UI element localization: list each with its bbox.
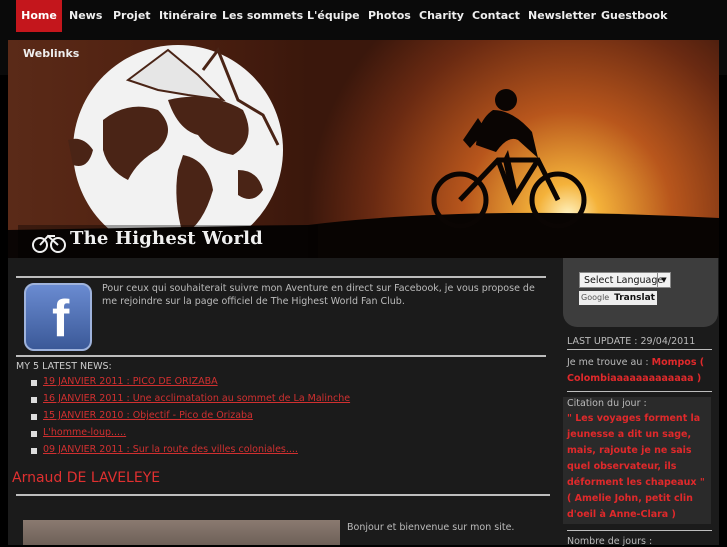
divider — [567, 349, 712, 350]
chevron-down-icon: ▼ — [657, 273, 670, 287]
quote-label: Citation du jour : — [567, 398, 647, 409]
bullet-icon — [31, 414, 37, 420]
site-logo-text: The Highest World — [70, 228, 263, 249]
location-block: Je me trouve au : Mompos ( Colombiaaaaaa… — [567, 355, 715, 387]
author-photo — [23, 520, 340, 545]
bullet-icon — [31, 380, 37, 386]
location-label: Je me trouve au : — [567, 357, 649, 368]
days-label: Nombre de jours : — [567, 536, 653, 547]
nav-weblinks[interactable]: Weblinks — [23, 40, 79, 68]
latest-news-heading: MY 5 LATEST NEWS: — [16, 361, 112, 372]
welcome-text: Bonjour et bienvenue sur mon site. — [347, 522, 515, 533]
divider — [567, 530, 712, 531]
divider — [16, 276, 546, 278]
main-content: f Pour ceux qui souhaiterait suivre mon … — [8, 258, 719, 547]
news-link[interactable]: 19 JANVIER 2011 : PICO DE ORIZABA — [43, 376, 218, 387]
nav-contact[interactable]: Contact — [472, 0, 520, 32]
divider — [567, 391, 712, 392]
language-select-value: Select Language — [584, 275, 664, 286]
bullet-icon — [31, 431, 37, 437]
news-link[interactable]: L'homme-loup..... — [43, 427, 126, 438]
bullet-icon — [31, 448, 37, 454]
language-select[interactable]: Select Language ▼ — [579, 272, 671, 288]
news-link[interactable]: 15 JANVIER 2010 : Objectif - Pico de Ori… — [43, 410, 253, 421]
nav-itineraire[interactable]: Itinéraire — [159, 0, 217, 32]
google-logo: Google — [581, 293, 610, 302]
divider — [16, 494, 550, 496]
nav-projet[interactable]: Projet — [113, 0, 151, 32]
facebook-icon[interactable]: f — [24, 283, 92, 351]
news-link[interactable]: 16 JANVIER 2011 : Une acclimatation au s… — [43, 393, 350, 404]
nav-charity[interactable]: Charity — [419, 0, 464, 32]
facebook-description: Pour ceux qui souhaiterait suivre mon Av… — [102, 283, 535, 307]
nav-photos[interactable]: Photos — [368, 0, 411, 32]
nav-guestbook[interactable]: Guestbook — [601, 0, 667, 32]
author-name: Arnaud DE LAVELEYE — [12, 470, 161, 486]
banner-artwork — [8, 40, 719, 258]
google-translate-brand[interactable]: Google Translat — [579, 291, 657, 305]
nav-lequipe[interactable]: L'équipe — [307, 0, 360, 32]
divider — [16, 355, 546, 357]
header-banner: The Highest World — [8, 40, 719, 258]
translate-widget: Select Language ▼ Google Translat — [563, 258, 718, 327]
nav-news[interactable]: News — [69, 0, 102, 32]
quote-text: " Les voyages forment la jeunesse a dit … — [567, 413, 705, 520]
last-update: LAST UPDATE : 29/04/2011 — [567, 336, 696, 347]
nav-les-sommets[interactable]: Les sommets — [222, 0, 303, 32]
nav-home[interactable]: Home — [16, 0, 62, 32]
nav-newsletter[interactable]: Newsletter — [528, 0, 596, 32]
translate-label: Translat — [614, 293, 655, 303]
news-link[interactable]: 09 JANVIER 2011 : Sur la route des ville… — [43, 444, 298, 455]
bullet-icon — [31, 397, 37, 403]
quote-block: Citation du jour : " Les voyages forment… — [563, 397, 711, 524]
